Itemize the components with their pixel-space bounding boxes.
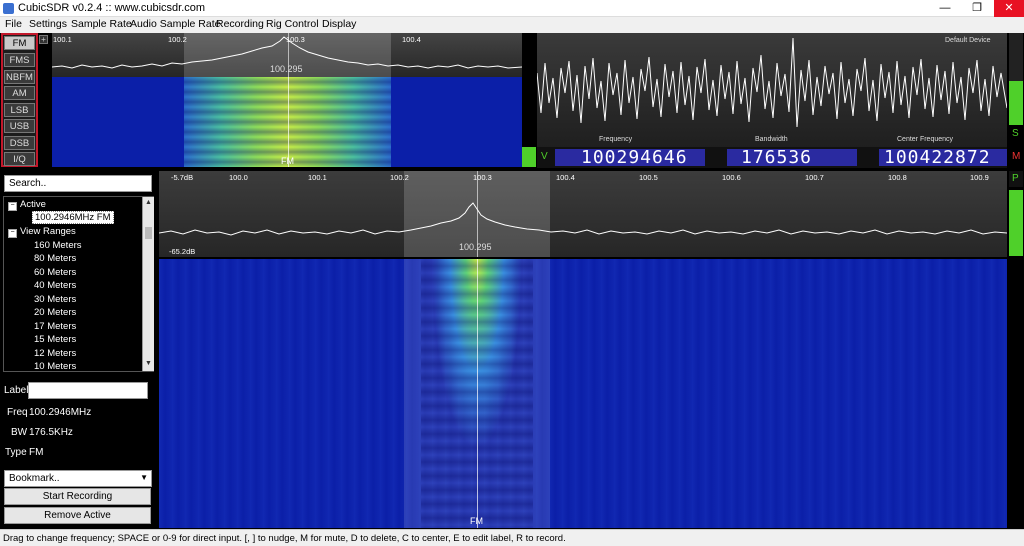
bw-value: 176.5KHz [29,427,73,438]
audio-waveform [537,37,1007,128]
main-mode-label: FM [470,516,483,526]
scroll-up-icon[interactable]: ▲ [145,199,152,206]
type-caption: Type [5,447,27,458]
menu-rig-control[interactable]: Rig Control [266,18,319,30]
audio-scope: Default Device Frequency Bandwidth Cente… [537,33,1007,147]
tree-scrollbar[interactable]: ▲ ▼ [142,197,154,371]
status-bar: Drag to change frequency; SPACE or 0-9 f… [0,529,1024,546]
demod-mode-label: FM [281,156,294,166]
remove-active-button[interactable]: Remove Active [4,507,151,524]
label-input[interactable] [28,382,148,399]
close-button[interactable]: ✕ [994,0,1024,17]
menu-audio-sample-rate[interactable]: Audio Sample Rate [130,18,220,30]
start-recording-button[interactable]: Start Recording [4,488,151,505]
volume-label: V [541,151,548,162]
menu-recording[interactable]: Recording [216,18,264,30]
tree-item-range[interactable]: 20 Meters [34,307,76,318]
menu-bar: File Settings Sample Rate Audio Sample R… [0,17,1024,33]
menu-file[interactable]: File [5,18,22,30]
app-icon [3,3,14,14]
demod-spectrum[interactable]: 100.1 100.2 100.3 100.4 100.295 [52,33,522,77]
tree-item-range[interactable]: 80 Meters [34,253,76,264]
waterfall-center-line [477,259,478,528]
minimize-button[interactable]: — [930,0,960,17]
tree-item-range[interactable]: 160 Meters [34,240,82,251]
collapse-active-icon[interactable]: − [8,202,17,211]
bookmark-search-input[interactable]: Search.. [4,175,152,192]
tree-item-range[interactable]: 15 Meters [34,334,76,345]
bw-caption: BW [11,427,28,438]
tree-item-range[interactable]: 60 Meters [34,267,76,278]
scroll-thumb[interactable] [145,227,152,239]
frequency-caption: Frequency [599,136,633,143]
squelch-level[interactable] [1009,81,1023,125]
demod-waterfall[interactable]: FM [52,77,522,167]
demod-gain-meter[interactable] [522,147,536,167]
center-frequency-caption: Center Frequency [897,136,954,143]
mode-fm-button[interactable]: FM [4,36,35,50]
main-spectrum-trace [159,202,1007,236]
mode-lsb-button[interactable]: LSB [4,103,35,117]
chevron-down-icon: ▼ [140,473,148,482]
main-gain-meter[interactable] [1009,190,1023,256]
menu-settings[interactable]: Settings [29,18,67,30]
menu-display[interactable]: Display [322,18,356,30]
demod-waterfall-center [288,77,289,167]
demod-center-label: 100.295 [270,64,303,74]
squelch-label: S [1012,128,1019,139]
bookmark-tree[interactable]: − Active 100.2946MHz FM − View Ranges 16… [3,196,154,372]
tree-group-view-ranges[interactable]: View Ranges [20,226,76,237]
tree-group-active[interactable]: Active [20,199,46,210]
squelch-meter[interactable] [1009,33,1023,81]
window-title: CubicSDR v0.2.4 :: www.cubicsdr.com [18,2,206,14]
tree-item-active-bookmark[interactable]: 100.2946MHz FM [32,211,114,224]
main-waterfall[interactable]: FM [159,259,1007,528]
maximize-button[interactable]: ❐ [962,0,992,17]
mode-selector: FM FMS NBFM AM LSB USB DSB I/Q [1,33,38,167]
freq-caption: Freq [7,407,28,418]
main-center-label: 100.295 [459,242,492,252]
type-value: FM [29,447,44,458]
tree-item-range[interactable]: 12 Meters [34,348,76,359]
peak-hold-toggle[interactable]: P [1009,171,1023,187]
scroll-down-icon[interactable]: ▼ [145,360,152,367]
mode-iq-button[interactable]: I/Q [4,152,35,166]
tree-item-range[interactable]: 10 Meters [34,361,76,372]
mode-nbfm-button[interactable]: NBFM [4,70,35,84]
bookmark-select-value: Bookmark.. [9,473,60,484]
waterfall-noise [159,259,1007,528]
mute-label[interactable]: M [1012,151,1020,162]
tree-item-range[interactable]: 40 Meters [34,280,76,291]
bookmark-select[interactable]: Bookmark.. ▼ [4,470,152,487]
frequency-readout[interactable]: 100294646 [581,147,688,168]
bandwidth-caption: Bandwidth [755,136,788,143]
mode-am-button[interactable]: AM [4,86,35,100]
tree-item-range[interactable]: 17 Meters [34,321,76,332]
mode-fms-button[interactable]: FMS [4,53,35,67]
title-bar: CubicSDR v0.2.4 :: www.cubicsdr.com — ❐ … [0,0,1024,17]
expand-icon[interactable]: + [39,35,48,44]
status-text: Drag to change frequency; SPACE or 0-9 f… [3,533,566,544]
mode-dsb-button[interactable]: DSB [4,136,35,150]
readout-bar: V 100294646 176536 100422872 [537,147,1007,168]
mode-usb-button[interactable]: USB [4,119,35,133]
main-spectrum[interactable]: -5.7dB -65.2dB 100.0 100.1 100.2 100.3 1… [159,171,1007,257]
label-caption: Label [4,385,29,396]
center-frequency-readout[interactable]: 100422872 [884,147,991,168]
freq-value: 100.2946MHz [29,407,92,418]
collapse-ranges-icon[interactable]: − [8,229,17,238]
peak-hold-label: P [1012,173,1019,184]
tree-item-range[interactable]: 30 Meters [34,294,76,305]
menu-sample-rate[interactable]: Sample Rate [71,18,132,30]
bandwidth-readout[interactable]: 176536 [741,147,812,168]
